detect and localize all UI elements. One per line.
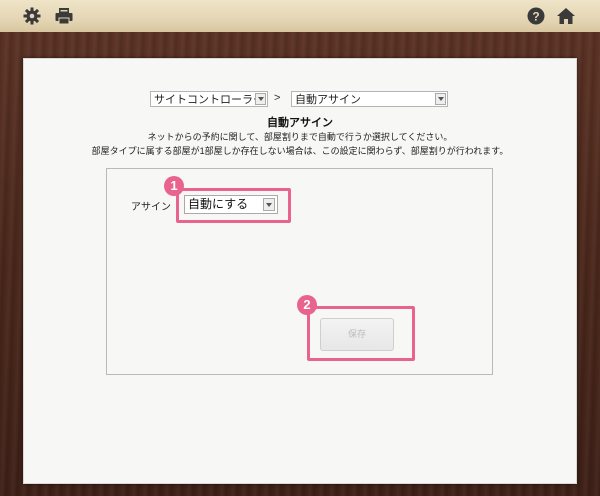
home-icon[interactable] [556, 6, 576, 26]
top-toolbar: ? [0, 0, 600, 33]
site-controller-select[interactable]: サイトコントローラー [150, 91, 268, 107]
print-icon[interactable] [54, 6, 74, 26]
breadcrumb-separator: > [274, 92, 281, 104]
gear-icon[interactable] [22, 6, 42, 26]
site-controller-select-value: サイトコントローラー [154, 94, 264, 106]
page-title: 自動アサイン [267, 117, 333, 129]
step-badge-2: 2 [297, 295, 317, 315]
chevron-down-icon [255, 93, 266, 105]
highlight-box-1 [176, 188, 291, 223]
description-line-2: 部屋タイプに属する部屋が1部屋しか存在しない場合は、この設定に関わらず、部屋割り… [91, 146, 509, 156]
auto-assign-select-value: 自動アサイン [295, 94, 361, 106]
auto-assign-select[interactable]: 自動アサイン [291, 91, 448, 107]
step-badge-1: 1 [164, 176, 184, 196]
chevron-down-icon [435, 93, 446, 105]
help-icon[interactable]: ? [526, 6, 546, 26]
assign-label: アサイン [131, 202, 171, 213]
svg-text:?: ? [532, 10, 539, 24]
highlight-box-2 [307, 306, 415, 361]
description-line-1: ネットからの予約に関して、部屋割りまで自動で行うか選択してください。 [147, 132, 453, 142]
